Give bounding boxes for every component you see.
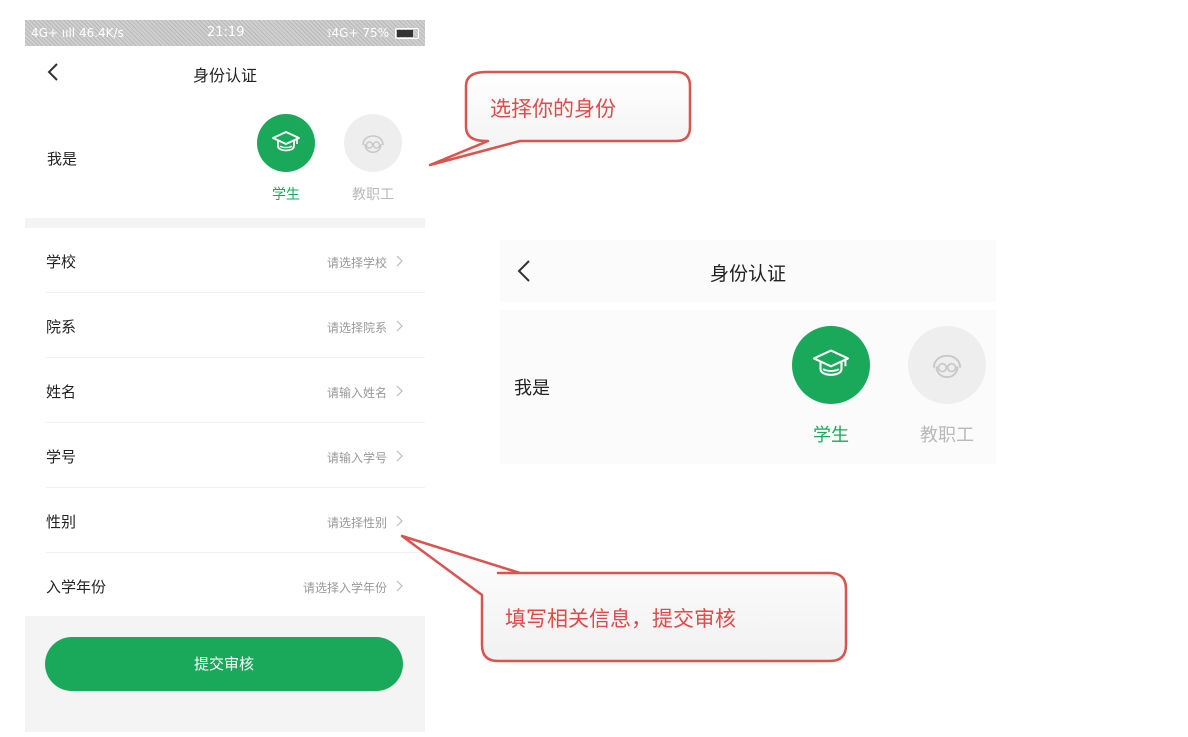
- callout-bubble-2: [400, 534, 848, 663]
- callout-text-1: 选择你的身份: [490, 97, 616, 121]
- callout-text-2: 填写相关信息，提交审核: [505, 607, 736, 631]
